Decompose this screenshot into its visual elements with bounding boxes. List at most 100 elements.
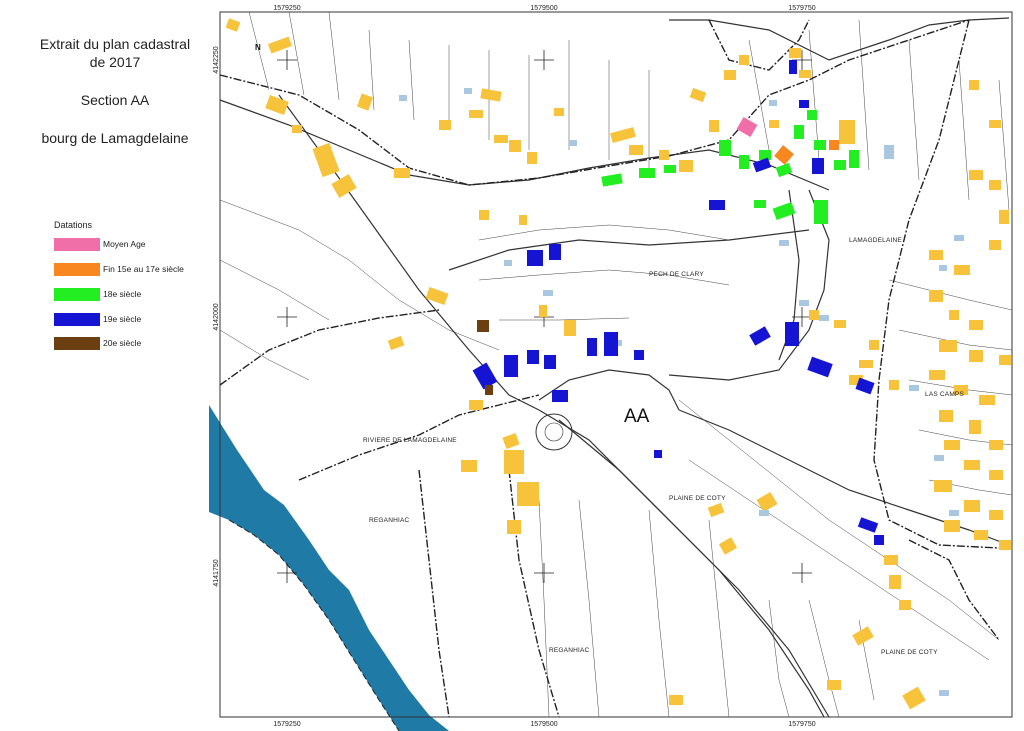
legend-label: Moyen Age [103, 239, 146, 249]
building [785, 322, 799, 346]
building [819, 315, 829, 321]
building [814, 200, 828, 224]
building [724, 70, 736, 80]
building [709, 120, 719, 132]
building [949, 310, 959, 320]
building [999, 540, 1011, 550]
legend-swatch [54, 337, 100, 350]
north-arrow-icon: N [255, 43, 261, 52]
coord-bottom-2: 1579500 [530, 721, 557, 728]
legend-swatch [54, 313, 100, 326]
building [989, 440, 1003, 450]
legend-swatch [54, 288, 100, 301]
building [989, 120, 1001, 128]
building [794, 125, 804, 139]
building [439, 120, 451, 130]
building [969, 350, 983, 362]
legend-label: 18e siècle [103, 289, 142, 299]
legend-label: 19e siècle [103, 314, 142, 324]
building [769, 120, 779, 128]
building [664, 165, 676, 173]
building [543, 290, 553, 296]
building [292, 125, 302, 133]
building [807, 110, 817, 120]
building [527, 350, 539, 364]
building [504, 355, 518, 377]
building [799, 100, 809, 108]
title-line-3: Section AA [80, 92, 150, 108]
title-line-4: bourg de Lamagdelaine [41, 130, 189, 146]
building [789, 60, 797, 74]
building [827, 680, 841, 690]
building [889, 575, 901, 589]
place-pech-de-clary: PECH DE CLARY [649, 271, 704, 278]
building [834, 320, 846, 328]
building [939, 690, 949, 696]
cadastral-map[interactable]: 1579250 1579500 1579750 1579250 1579500 … [209, 0, 1023, 731]
building [629, 145, 643, 155]
legend-label: Fin 15e au 17e siècle [103, 264, 184, 274]
place-reganhiac-2: REGANHIAC [549, 647, 590, 654]
building [849, 150, 859, 168]
building [769, 100, 777, 106]
building [604, 332, 618, 356]
building [989, 180, 1001, 190]
building [477, 320, 489, 332]
building [507, 520, 521, 534]
building [929, 290, 943, 302]
building [944, 520, 960, 532]
place-riviere-de-lamagdelaine: RIVIERE DE LAMAGDELAINE [363, 437, 457, 444]
building [669, 695, 683, 705]
building [989, 240, 1001, 250]
building [874, 535, 884, 545]
building [549, 244, 561, 260]
sidebar: Extrait du plan cadastral de 2017 Sectio… [0, 0, 205, 731]
building [884, 555, 898, 565]
building [485, 385, 493, 395]
building [587, 338, 597, 356]
building [739, 55, 749, 65]
map-canvas[interactable]: 1579250 1579500 1579750 1579250 1579500 … [209, 0, 1023, 731]
building [399, 95, 407, 101]
building [659, 150, 669, 160]
building [639, 168, 655, 178]
building [979, 395, 995, 405]
building [939, 410, 953, 422]
coord-top-3: 1579750 [788, 5, 815, 12]
building [519, 215, 527, 225]
building [554, 108, 564, 116]
building [954, 265, 970, 275]
building [989, 470, 1003, 480]
building [759, 150, 771, 160]
building [884, 145, 894, 159]
building [527, 152, 537, 164]
building [989, 510, 1003, 520]
building [517, 482, 539, 506]
building [634, 350, 644, 360]
coord-top-2: 1579500 [530, 5, 557, 12]
legend-label: 20e siècle [103, 338, 142, 348]
building [469, 110, 483, 118]
building [564, 320, 576, 336]
building [969, 170, 983, 180]
building [509, 140, 521, 152]
building [929, 250, 943, 260]
building [527, 250, 543, 266]
building [934, 455, 944, 461]
building [889, 380, 899, 390]
title-line-1: Extrait du plan cadastral [39, 36, 191, 52]
building [964, 500, 980, 512]
building [964, 460, 980, 470]
building [679, 160, 693, 172]
building [789, 48, 801, 58]
building [759, 510, 769, 516]
building [929, 370, 945, 380]
building [939, 340, 957, 352]
coord-top-1: 1579250 [273, 5, 300, 12]
building [829, 140, 839, 150]
building [969, 320, 983, 330]
building [569, 140, 577, 146]
building [812, 158, 824, 174]
building [859, 360, 873, 368]
building [814, 140, 826, 150]
